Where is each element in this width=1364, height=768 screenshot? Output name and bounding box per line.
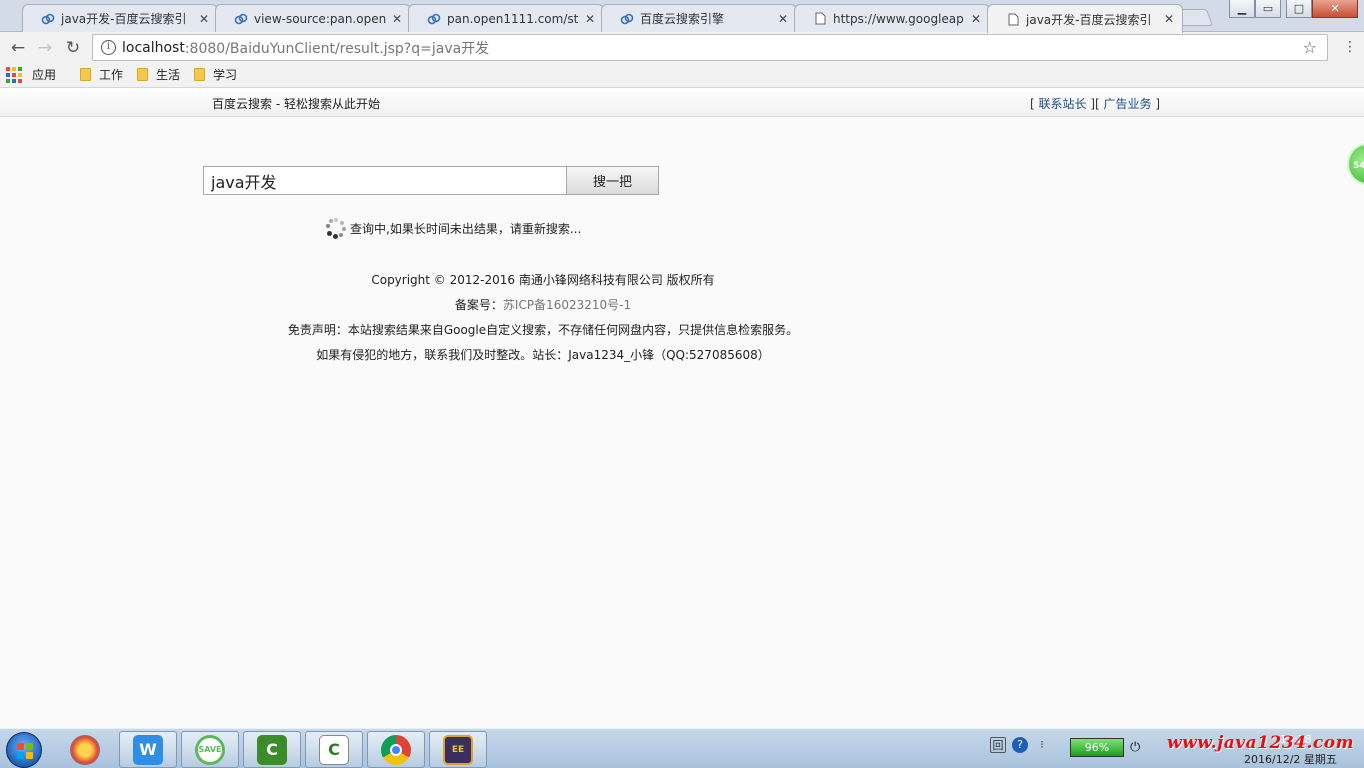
power-plug-icon[interactable]: ⏻: [1130, 740, 1140, 755]
tab-strip: java开发-百度云搜索引 ✕ view-source:pan.open ✕ p…: [0, 0, 1364, 33]
taskbar-app-camtasia-studio[interactable]: C: [305, 731, 363, 768]
tab-5[interactable]: https://www.googleap ✕: [794, 4, 990, 32]
page-footer: Copyright © 2012-2016 南通小锋网络科技有限公司 版权所有 …: [0, 270, 1086, 370]
loading-indicator: 查询中,如果长时间未出结果，请重新搜索...: [326, 218, 582, 239]
info-icon[interactable]: i: [101, 40, 116, 55]
search-button[interactable]: 搜一把: [566, 166, 659, 195]
bookmark-star-icon[interactable]: ☆: [1303, 38, 1317, 57]
baidu-cloud-icon: [41, 12, 55, 26]
contact-admin-link[interactable]: 联系站长: [1039, 97, 1087, 111]
bracket: ][: [1086, 97, 1104, 111]
tab-title: java开发-百度云搜索引: [1026, 12, 1152, 27]
back-icon[interactable]: ←: [8, 38, 28, 58]
icp-value[interactable]: 苏ICP备16023210号-1: [503, 298, 631, 312]
browser-toolbar: ← → ↻ i localhost:8080/BaiduYunClient/re…: [0, 32, 1364, 62]
bookmark-apps[interactable]: 应用: [6, 66, 56, 83]
tab-4[interactable]: 百度云搜索引擎 ✕: [601, 4, 797, 32]
forward-icon[interactable]: →: [35, 38, 55, 58]
clock-date[interactable]: 2016/12/2 星期五: [1244, 751, 1337, 767]
bookmark-folder-life[interactable]: 生活: [137, 66, 180, 83]
minimize-button[interactable]: ▁: [1229, 0, 1255, 18]
taskbar-app-save[interactable]: SAVE: [181, 731, 239, 768]
bookmark-folder-study[interactable]: 学习: [194, 66, 237, 83]
maximize-button[interactable]: □: [1286, 0, 1312, 18]
tray-app-icon[interactable]: 回: [990, 737, 1006, 753]
copyright: Copyright © 2012-2016 南通小锋网络科技有限公司 版权所有: [371, 273, 715, 287]
taskbar-app-camtasia-recorder[interactable]: C: [243, 731, 301, 768]
start-button[interactable]: [6, 732, 42, 768]
bracket: ]: [1151, 97, 1161, 111]
site-slogan: 百度云搜索 - 轻松搜索从此开始: [212, 97, 380, 111]
tray-expand-icon[interactable]: ⁝: [1034, 737, 1050, 753]
help-icon[interactable]: ?: [1012, 737, 1028, 753]
apps-grid-icon: [6, 66, 22, 83]
taskbar-app-wps[interactable]: W: [119, 731, 177, 768]
tab-close-icon[interactable]: ✕: [197, 12, 211, 26]
bookmark-label: 应用: [32, 68, 57, 82]
bracket: [: [1030, 97, 1039, 111]
taskbar-app-photos[interactable]: [56, 731, 114, 768]
save-icon: SAVE: [195, 734, 225, 765]
tab-close-icon[interactable]: ✕: [1162, 12, 1176, 26]
taskbar-app-chrome[interactable]: [367, 731, 425, 768]
bookmarks-bar: 应用 工作 生活 学习: [0, 62, 1364, 88]
taskbar-app-javaee-ide[interactable]: EE: [429, 731, 487, 768]
tab-title: java开发-百度云搜索引: [61, 12, 187, 26]
tab-title: 百度云搜索引擎: [640, 12, 725, 26]
folder-icon: [194, 68, 206, 81]
url-path: :8080/BaiduYunClient/result.jsp?q=java开发: [184, 40, 490, 57]
bookmark-folder-work[interactable]: 工作: [80, 66, 123, 83]
system-tray: 回 ? ⁝: [990, 737, 1056, 753]
tab-title: https://www.googleap: [833, 11, 964, 26]
tab-title: pan.open1111.com/st: [447, 11, 579, 26]
reload-icon[interactable]: ↻: [63, 38, 83, 58]
contact-info: 如果有侵犯的地方，联系我们及时整改。站长：Java1234_小锋（QQ:5270…: [316, 348, 770, 362]
tab-2[interactable]: view-source:pan.open ✕: [215, 4, 411, 32]
baidu-cloud-icon: [234, 12, 248, 26]
folder-icon: [137, 68, 149, 81]
baidu-cloud-icon: [620, 12, 634, 26]
tab-close-icon[interactable]: ✕: [390, 12, 404, 26]
address-bar[interactable]: i localhost:8080/BaiduYunClient/result.j…: [92, 34, 1328, 61]
camtasia-recorder-icon: C: [257, 734, 287, 765]
windows-photo-icon: [70, 734, 100, 765]
disclaimer: 免责声明：本站搜索结果来自Google自定义搜索，不存储任何网盘内容，只提供信息…: [287, 323, 799, 337]
tab-close-icon[interactable]: ✕: [969, 12, 983, 26]
tab-title: view-source:pan.open: [254, 11, 387, 26]
search-input[interactable]: [203, 166, 567, 195]
page-icon: [813, 12, 827, 26]
loading-text: 查询中,如果长时间未出结果，请重新搜索...: [350, 221, 582, 236]
javaee-ide-icon: EE: [443, 734, 473, 765]
menu-icon[interactable]: ⋮: [1343, 39, 1357, 55]
url-host: localhost: [122, 39, 185, 56]
floating-widget[interactable]: 54: [1347, 143, 1364, 185]
tab-6-active[interactable]: java开发-百度云搜索引 ✕: [987, 4, 1183, 33]
camtasia-studio-icon: C: [319, 734, 349, 765]
page-icon: [1006, 12, 1020, 26]
folder-icon: [80, 68, 92, 81]
taskbar: W SAVE C C EE 回 ? ⁝: [0, 728, 1364, 768]
bookmark-label: 学习: [213, 68, 238, 82]
wps-writer-icon: W: [133, 734, 163, 765]
tab-3[interactable]: pan.open1111.com/st ✕: [408, 4, 604, 32]
battery-indicator[interactable]: 96%: [1070, 738, 1124, 757]
bookmark-label: 生活: [156, 68, 181, 82]
bookmark-label: 工作: [99, 68, 124, 82]
tab-1[interactable]: java开发-百度云搜索引 ✕: [22, 4, 218, 32]
header-links: [ 联系站长 ][ 广告业务 ]: [1030, 95, 1160, 112]
user-button[interactable]: ▭: [1255, 0, 1281, 18]
close-window-button[interactable]: ✕: [1312, 0, 1358, 18]
site-watermark: www.java1234.com: [1167, 733, 1355, 753]
floating-widget-label: 54: [1353, 161, 1364, 171]
chrome-icon: [381, 734, 411, 765]
tab-close-icon[interactable]: ✕: [583, 12, 597, 26]
windows-logo-icon: [17, 743, 33, 759]
site-header: 百度云搜索 - 轻松搜索从此开始 [ 联系站长 ][ 广告业务 ]: [0, 89, 1364, 117]
loading-spinner-icon: [326, 218, 346, 239]
tab-close-icon[interactable]: ✕: [776, 12, 790, 26]
icp-label: 备案号：: [454, 298, 503, 312]
baidu-cloud-icon: [427, 12, 441, 26]
advertising-link[interactable]: 广告业务: [1104, 97, 1152, 111]
icp-record: 备案号：苏ICP备16023210号-1: [0, 295, 1086, 320]
